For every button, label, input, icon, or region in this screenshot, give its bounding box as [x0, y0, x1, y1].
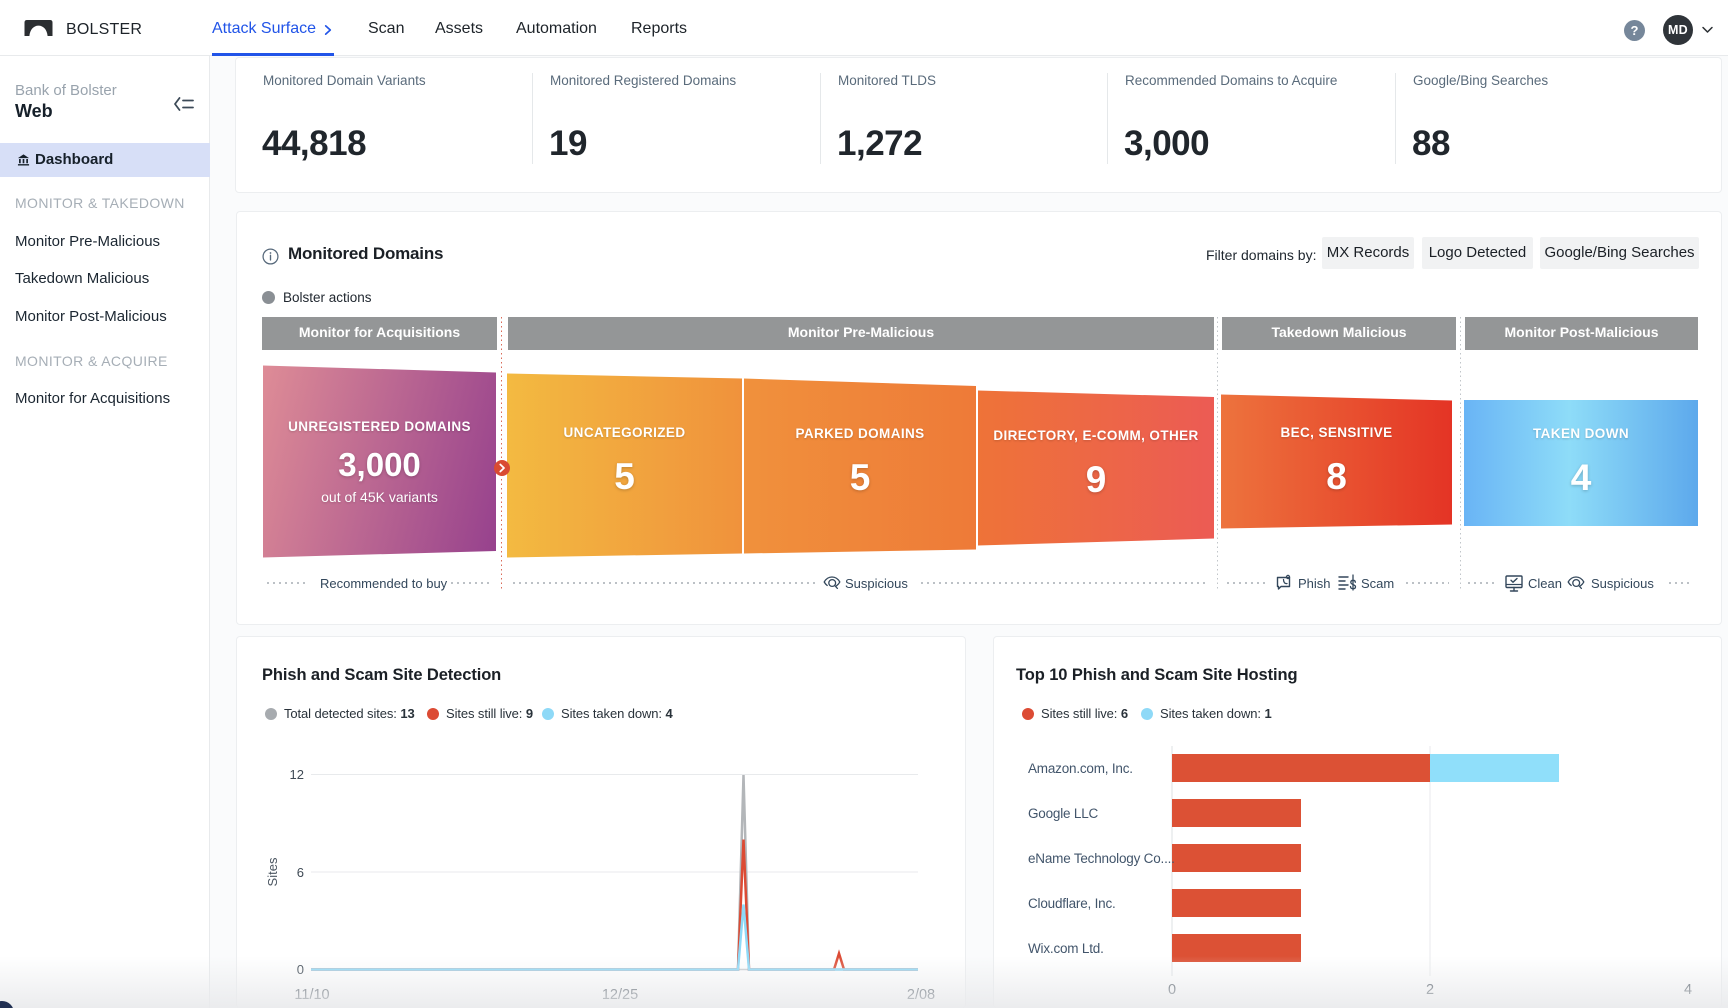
svg-text:6: 6 — [297, 865, 304, 880]
svg-text:Amazon.com, Inc.: Amazon.com, Inc. — [1028, 761, 1133, 776]
svg-text:Cloudflare, Inc.: Cloudflare, Inc. — [1028, 896, 1116, 911]
svg-text:Google LLC: Google LLC — [1028, 806, 1098, 821]
svg-text:4: 4 — [1684, 982, 1692, 998]
svg-text:11/10: 11/10 — [294, 987, 329, 1003]
svg-text:2/08: 2/08 — [907, 987, 935, 1003]
svg-text:12: 12 — [290, 767, 304, 782]
svg-text:0: 0 — [1168, 982, 1176, 998]
svg-text:Sites: Sites — [265, 857, 280, 886]
svg-text:Wix.com Ltd.: Wix.com Ltd. — [1028, 941, 1104, 956]
svg-text:0: 0 — [297, 962, 304, 977]
svg-text:eName Technology Co....: eName Technology Co.... — [1028, 851, 1175, 866]
svg-text:12/25: 12/25 — [602, 987, 638, 1003]
svg-text:2: 2 — [1426, 982, 1434, 998]
